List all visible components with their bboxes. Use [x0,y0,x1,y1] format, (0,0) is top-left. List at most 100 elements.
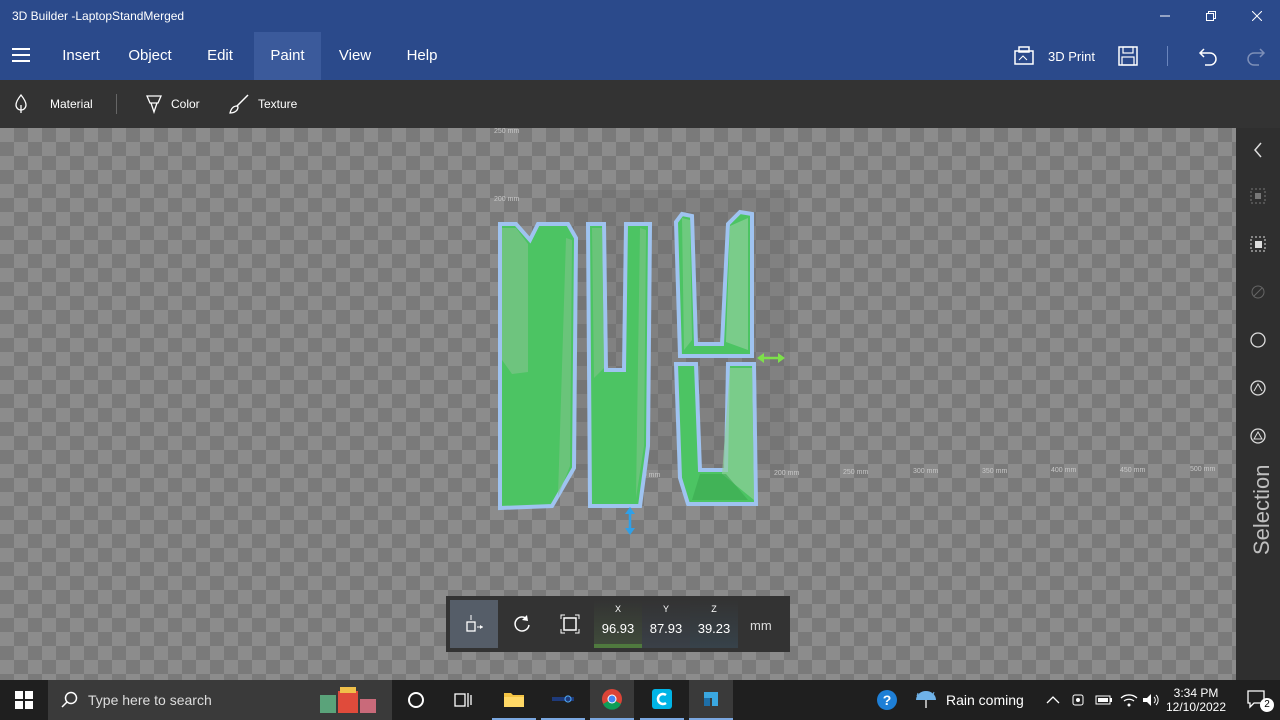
z-axis-label: Z [711,604,717,614]
battery-icon[interactable] [1095,680,1113,720]
wifi-icon[interactable] [1120,680,1138,720]
menu-bar: Insert Object Edit Paint View Help 3D Pr… [0,32,1280,80]
circle-icon [1250,332,1266,348]
color-button[interactable]: Color [145,80,200,128]
edges-icon [1250,380,1266,396]
show-hidden-icons-button[interactable] [1046,680,1060,720]
taskbar-app-chrome[interactable] [590,680,634,720]
faces-icon [1251,285,1265,299]
menu-insert[interactable]: Insert [50,32,112,80]
scale-button[interactable] [546,600,594,648]
wifi-signal-icon [1120,694,1138,707]
minimize-button[interactable] [1142,0,1188,32]
weather-widget[interactable]: Rain coming [914,680,1024,720]
taskbar-app-c[interactable] [640,680,684,720]
speaker-icon [1143,694,1159,706]
notification-center-button[interactable]: 2 [1236,680,1280,720]
select-all-button[interactable] [1248,186,1268,206]
select-objects-button[interactable] [1248,234,1268,254]
scale-icon [560,614,580,634]
color-brush-icon [146,95,162,114]
texture-label: Texture [258,97,298,111]
rotate-icon [514,615,530,632]
svg-text:?: ? [883,692,892,708]
taskbar-search[interactable]: Type here to search [48,680,392,720]
transform-toolbar: X 96.93 Y 87.93 Z 39.23 mm [446,596,790,652]
z-value-field[interactable]: Z 39.23 [690,600,738,648]
select-edges-button[interactable] [1248,378,1268,398]
task-view-button[interactable] [441,680,485,720]
move-button[interactable] [450,600,498,648]
material-label: Material [50,97,93,111]
menu-object[interactable]: Object [116,32,184,80]
meet-now-icon[interactable] [1071,680,1087,720]
material-button[interactable]: Material [14,80,93,128]
save-icon [1118,46,1138,66]
title-bar: 3D Builder -LaptopStandMerged [0,0,1280,32]
select-sphere-button[interactable] [1248,330,1268,350]
restore-button[interactable] [1188,0,1234,32]
windows-taskbar: Type here to search ? Rain coming 3:34 P… [0,680,1280,720]
search-placeholder: Type here to search [88,692,212,708]
rotate-button[interactable] [498,600,546,648]
search-highlight-icon [320,687,376,713]
notification-badge: 2 [1260,698,1274,712]
texture-brush-icon [229,94,249,114]
restore-icon [1206,11,1216,21]
umbrella-rain-icon [916,691,936,708]
folder-icon [504,693,524,707]
y-value: 87.93 [649,621,683,636]
task-view-icon [454,693,472,707]
texture-button[interactable]: Texture [228,80,297,128]
x-value: 96.93 [601,621,635,636]
selection-panel [1236,128,1280,680]
start-button[interactable] [2,680,46,720]
chevron-left-icon [1254,142,1262,158]
windows-logo-icon [15,691,33,709]
menu-paint[interactable]: Paint [254,32,321,80]
z-value: 39.23 [697,621,731,636]
undo-button[interactable] [1198,32,1218,80]
collapse-panel-button[interactable] [1248,140,1268,160]
paint-toolbar: Material Color Texture [0,80,1280,128]
redo-icon [1247,48,1266,66]
menu-view[interactable]: View [328,32,382,80]
help-icon: ? [877,690,897,710]
x-value-field[interactable]: X 96.93 [594,600,642,648]
triangle-icon [1250,428,1266,444]
chevron-up-icon [1046,696,1060,704]
selection-panel-label: Selection [1249,464,1274,555]
cortana-button[interactable] [394,680,438,720]
select-vertices-button[interactable] [1248,426,1268,446]
undo-icon [1198,48,1217,66]
3d-print-icon [1014,46,1034,65]
3d-print-label: 3D Print [1048,48,1095,64]
redo-button[interactable] [1246,32,1266,80]
taskbar-app-3d-builder[interactable] [689,680,733,720]
volume-icon[interactable] [1142,680,1160,720]
unit-label[interactable]: mm [750,618,772,633]
help-button[interactable]: ? [876,680,898,720]
x-axis-label: X [614,604,621,614]
move-vertical-handle[interactable] [623,507,637,535]
3d-print-button[interactable]: 3D Print [1014,32,1095,80]
move-icon [466,615,483,632]
chrome-icon [602,689,622,710]
minimize-icon [1160,15,1170,17]
weather-label: Rain coming [946,692,1024,708]
close-button[interactable] [1234,0,1280,32]
y-value-field[interactable]: Y 87.93 [642,600,690,648]
taskbar-app-file-explorer[interactable] [492,680,536,720]
clock[interactable]: 3:34 PM 12/10/2022 [1164,680,1228,720]
menu-help[interactable]: Help [394,32,450,80]
select-all-icon [1250,188,1266,204]
media-app-icon [552,695,574,703]
taskbar-app-media[interactable] [541,680,585,720]
save-button[interactable] [1118,32,1138,80]
menu-separator [1167,46,1168,66]
hamburger-menu-icon[interactable] [12,48,32,64]
select-faces-button[interactable] [1248,282,1268,302]
model-part[interactable] [498,222,579,511]
menu-edit[interactable]: Edit [194,32,246,80]
move-horizontal-handle[interactable] [757,351,785,365]
